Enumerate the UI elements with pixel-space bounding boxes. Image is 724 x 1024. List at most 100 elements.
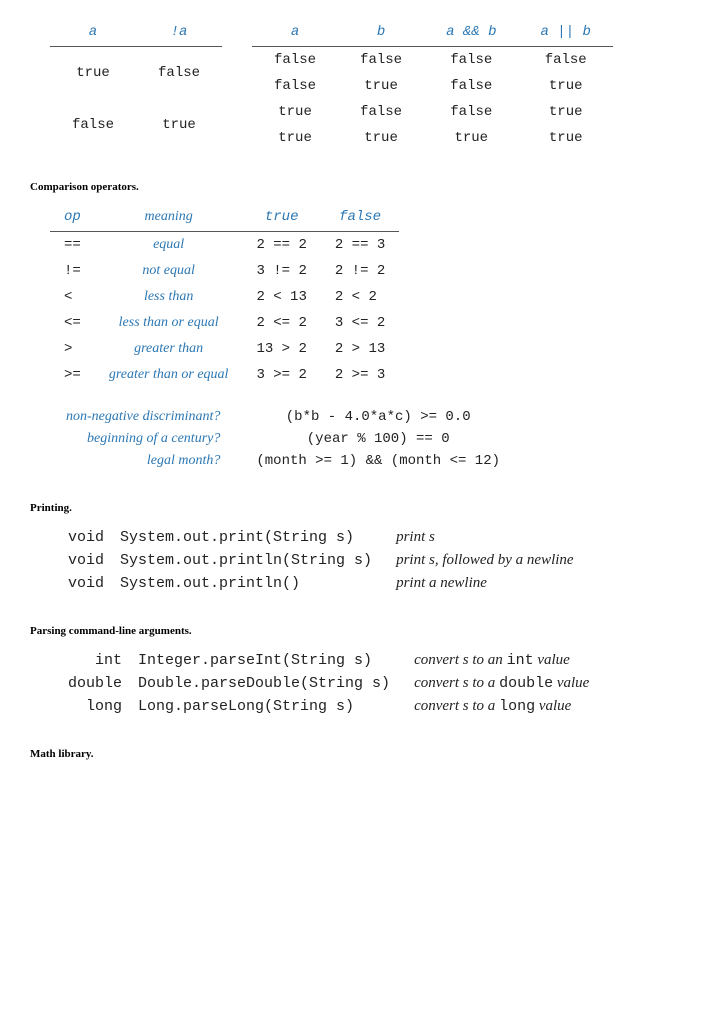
signature: System.out.println()	[112, 572, 380, 595]
cell: true	[518, 125, 612, 151]
parsing-api: intInteger.parseInt(String s)convert s t…	[60, 649, 597, 718]
cell: true	[252, 125, 338, 151]
col-true: true	[242, 205, 320, 232]
true-cell: 2 == 2	[242, 232, 320, 259]
op-cell: >=	[50, 362, 95, 388]
false-cell: 2 == 3	[321, 232, 399, 259]
cell: false	[518, 47, 612, 74]
table-row: <less than2 < 132 < 2	[50, 284, 399, 310]
table-row: truefalsefalsetrue	[252, 99, 613, 125]
cell: false	[424, 47, 518, 74]
return-type: double	[60, 672, 130, 695]
col-false: false	[321, 205, 399, 232]
cell: false	[338, 99, 424, 125]
cell: true	[424, 125, 518, 151]
false-cell: 2 > 13	[321, 336, 399, 362]
answer-cell: (month >= 1) && (month <= 12)	[250, 450, 506, 472]
col-or: a || b	[518, 20, 612, 47]
cell: true	[518, 73, 612, 99]
table-row: >greater than13 > 22 > 13	[50, 336, 399, 362]
section-parsing: Parsing command-line arguments.	[30, 625, 724, 637]
false-cell: 2 != 2	[321, 258, 399, 284]
answer-cell: (b*b - 4.0*a*c) >= 0.0	[250, 406, 506, 428]
table-row: non-negative discriminant?(b*b - 4.0*a*c…	[60, 406, 506, 428]
col-and: a && b	[424, 20, 518, 47]
col-a: a	[252, 20, 338, 47]
op-cell: ==	[50, 232, 95, 259]
table-row: longLong.parseLong(String s)convert s to…	[60, 695, 597, 718]
truth-table-not: a !a truefalsefalsetrue	[50, 20, 222, 151]
section-math: Math library.	[30, 748, 724, 760]
table-row: ==equal2 == 22 == 3	[50, 232, 399, 259]
col-b: b	[338, 20, 424, 47]
table-row: doubleDouble.parseDouble(String s)conver…	[60, 672, 597, 695]
table-row: falsetrue	[50, 99, 222, 151]
true-cell: 13 > 2	[242, 336, 320, 362]
expression-examples: non-negative discriminant?(b*b - 4.0*a*c…	[60, 406, 506, 472]
cell: true	[136, 99, 222, 151]
answer-cell: (year % 100) == 0	[250, 428, 506, 450]
description: print a newline	[380, 572, 582, 595]
table-row: truetruetruetrue	[252, 125, 613, 151]
cell: false	[252, 47, 338, 74]
cell: true	[50, 47, 136, 100]
cell: false	[338, 47, 424, 74]
false-cell: 3 <= 2	[321, 310, 399, 336]
description: convert s to an int value	[398, 649, 597, 672]
table-row: legal month?(month >= 1) && (month <= 12…	[60, 450, 506, 472]
col-a: a	[50, 20, 136, 47]
cell: true	[518, 99, 612, 125]
true-cell: 3 != 2	[242, 258, 320, 284]
return-type: void	[60, 572, 112, 595]
cell: false	[424, 73, 518, 99]
signature: Long.parseLong(String s)	[130, 695, 398, 718]
cell: false	[50, 99, 136, 151]
return-type: long	[60, 695, 130, 718]
description: convert s to a double value	[398, 672, 597, 695]
cell: false	[424, 99, 518, 125]
return-type: int	[60, 649, 130, 672]
description: convert s to a long value	[398, 695, 597, 718]
comparison-table: op meaning true false ==equal2 == 22 == …	[50, 205, 399, 388]
table-row: falsetruefalsetrue	[252, 73, 613, 99]
table-row: >=greater than or equal3 >= 22 >= 3	[50, 362, 399, 388]
cell: true	[252, 99, 338, 125]
meaning-cell: greater than or equal	[95, 362, 243, 388]
printing-api: voidSystem.out.print(String s)print svoi…	[60, 526, 582, 595]
false-cell: 2 < 2	[321, 284, 399, 310]
cell: true	[338, 73, 424, 99]
truth-table-and-or: a b a && b a || b falsefalsefalsefalsefa…	[252, 20, 613, 151]
meaning-cell: less than or equal	[95, 310, 243, 336]
question-cell: beginning of a century?	[60, 428, 250, 450]
cell: false	[136, 47, 222, 100]
op-cell: <=	[50, 310, 95, 336]
col-op: op	[50, 205, 95, 232]
table-row: !=not equal3 != 22 != 2	[50, 258, 399, 284]
table-row: beginning of a century?(year % 100) == 0	[60, 428, 506, 450]
question-cell: legal month?	[60, 450, 250, 472]
table-row: <=less than or equal2 <= 23 <= 2	[50, 310, 399, 336]
return-type: void	[60, 549, 112, 572]
truth-tables: a !a truefalsefalsetrue a b a && b a || …	[50, 20, 724, 151]
table-row: voidSystem.out.print(String s)print s	[60, 526, 582, 549]
table-row: falsefalsefalsefalse	[252, 47, 613, 74]
section-comparison: Comparison operators.	[30, 181, 724, 193]
meaning-cell: less than	[95, 284, 243, 310]
true-cell: 2 <= 2	[242, 310, 320, 336]
table-row: truefalse	[50, 47, 222, 100]
op-cell: !=	[50, 258, 95, 284]
description: print s, followed by a newline	[380, 549, 582, 572]
signature: System.out.println(String s)	[112, 549, 380, 572]
col-not-a: !a	[136, 20, 222, 47]
false-cell: 2 >= 3	[321, 362, 399, 388]
return-type: void	[60, 526, 112, 549]
cell: true	[338, 125, 424, 151]
table-row: voidSystem.out.println()print a newline	[60, 572, 582, 595]
section-printing: Printing.	[30, 502, 724, 514]
meaning-cell: equal	[95, 232, 243, 259]
true-cell: 2 < 13	[242, 284, 320, 310]
description: print s	[380, 526, 582, 549]
meaning-cell: greater than	[95, 336, 243, 362]
op-cell: <	[50, 284, 95, 310]
table-row: voidSystem.out.println(String s)print s,…	[60, 549, 582, 572]
